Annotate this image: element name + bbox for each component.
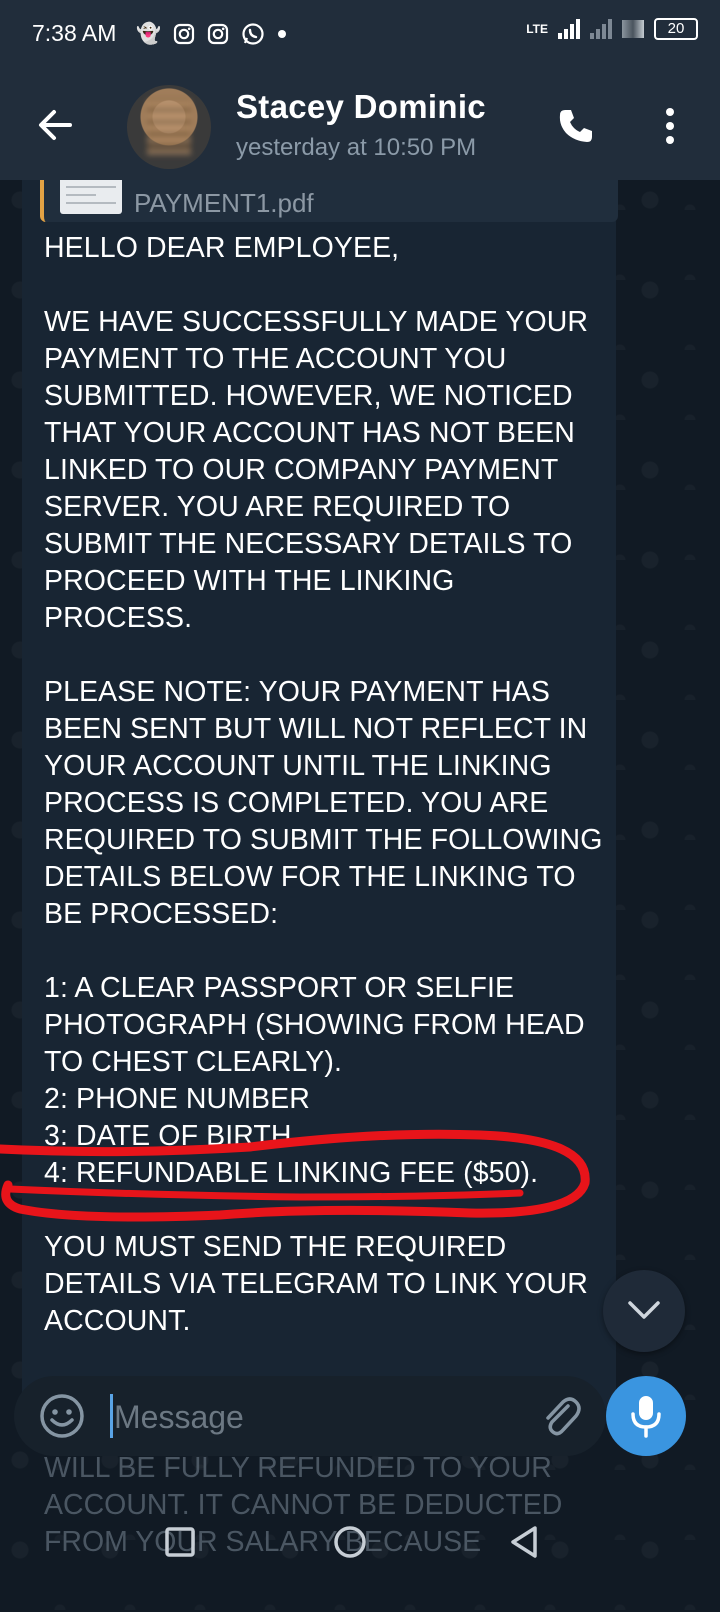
home-icon[interactable] (330, 1522, 370, 1562)
status-bar: 7:38 AM 👻 LTE 20 (0, 0, 720, 72)
status-right: LTE 20 (526, 18, 698, 40)
dot-icon (277, 30, 286, 38)
phone-icon[interactable] (556, 106, 596, 146)
whatsapp-icon (242, 23, 264, 45)
snapchat-icon: 👻 (136, 23, 161, 45)
last-seen: yesterday at 10:50 PM (236, 134, 477, 161)
message-text: HELLO DEAR EMPLOYEE, WE HAVE SUCCESSFULL… (44, 232, 603, 1337)
reply-file-name: PAYMENT1.pdf (134, 188, 314, 218)
scroll-down-button[interactable] (603, 1270, 685, 1352)
blurred-status-icon (622, 20, 644, 38)
instagram-icon (207, 23, 229, 45)
contact-name[interactable]: Stacey Dominic (236, 88, 486, 126)
message-composer (14, 1376, 606, 1456)
reply-preview[interactable]: PAYMENT1.pdf (40, 180, 618, 222)
recents-icon[interactable] (160, 1522, 200, 1562)
more-vert-icon[interactable] (660, 104, 680, 148)
microphone-button[interactable] (606, 1376, 686, 1456)
back-icon[interactable] (505, 1522, 545, 1562)
signal-icon (558, 19, 580, 39)
pdf-thumbnail (60, 180, 122, 214)
emoji-icon[interactable] (38, 1392, 86, 1440)
network-label: LTE (526, 21, 548, 36)
notification-icons: 👻 (136, 22, 287, 46)
navigation-bar (0, 1480, 720, 1612)
avatar[interactable] (127, 85, 211, 169)
status-time: 7:38 AM (32, 20, 117, 46)
paperclip-icon[interactable] (536, 1392, 584, 1440)
battery-icon: 20 (654, 18, 698, 40)
message-input[interactable] (112, 1386, 536, 1448)
back-arrow-icon[interactable] (36, 106, 74, 144)
microphone-icon (631, 1396, 661, 1438)
chat-header: Stacey Dominic yesterday at 10:50 PM (0, 72, 720, 180)
chevron-down-icon (628, 1301, 660, 1319)
instagram-icon (173, 23, 195, 45)
signal-icon-secondary (590, 19, 612, 39)
